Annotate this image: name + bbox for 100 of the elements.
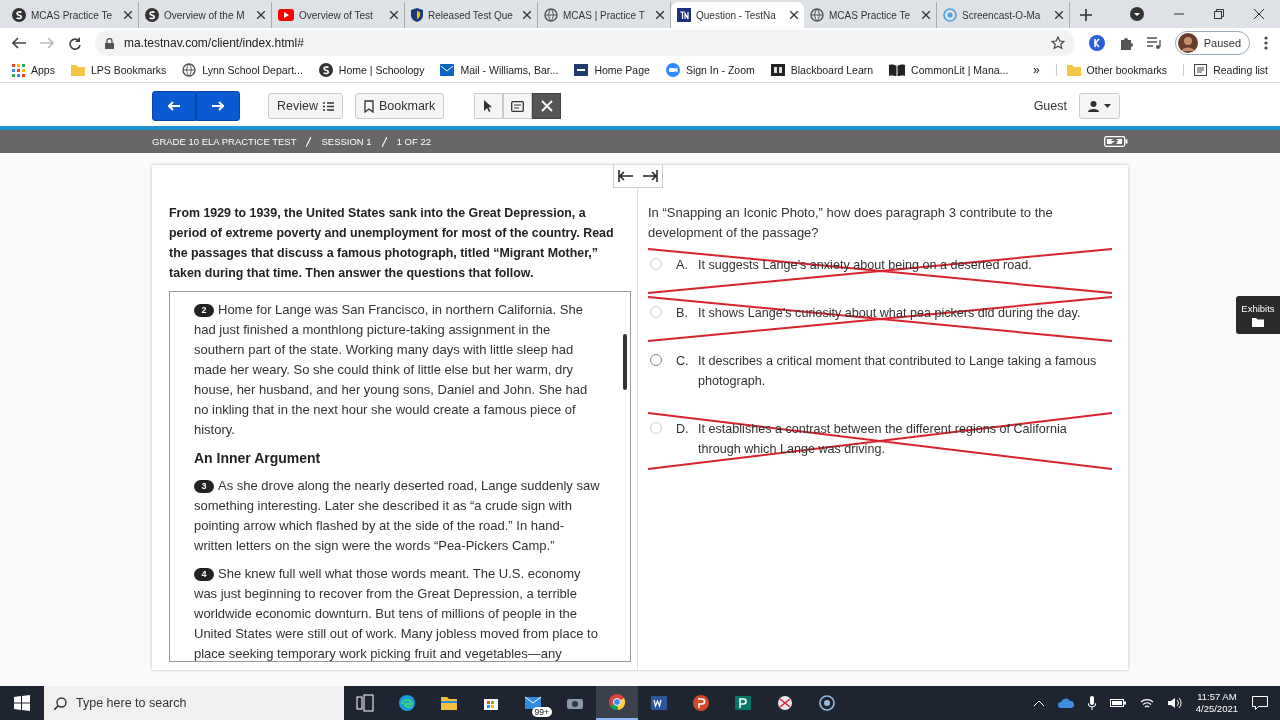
tab-title: Question - TestNa: [696, 9, 777, 21]
note-icon: [511, 100, 525, 112]
edge-browser-icon: [398, 694, 416, 712]
exhibits-button[interactable]: Exhibits: [1236, 296, 1280, 334]
close-icon[interactable]: [790, 11, 798, 19]
bookmark-link[interactable]: Apps: [12, 63, 55, 77]
video-camera-icon: [665, 63, 680, 77]
notification-icon[interactable]: [1252, 696, 1268, 710]
more-vertical-icon[interactable]: [1264, 36, 1268, 50]
passage-paragraph: 4 She knew full well what those words meant. The U.S. economy was just beginning to recover from the Great Depression, a terrible worldwide economic downturn. But tens of millions of people in the United States were still out of work. Many jobless moved from place to place seeking temporary work picking fruit and vegetables—any: [194, 565, 599, 661]
play-icon: [278, 9, 294, 21]
publisher-app-icon: [734, 694, 752, 712]
bookmark-link[interactable]: Mail - Williams, Bar...: [440, 64, 559, 76]
taskbar-app[interactable]: 99+: [512, 686, 554, 720]
close-icon[interactable]: [124, 11, 132, 19]
answer-choice[interactable]: C. It describes a critical moment that contributed to Lange taking a famous photograph.: [648, 345, 1112, 406]
bookmark-link[interactable]: Sign In - Zoom: [665, 63, 755, 77]
user-name: Guest: [1033, 99, 1067, 113]
pointer-icon: [484, 100, 494, 112]
chrome-browser-icon: [608, 693, 626, 711]
user-icon: [1088, 100, 1099, 112]
bookmark-button[interactable]: Bookmark: [355, 93, 445, 119]
slash-icon: [381, 136, 387, 147]
avatar-icon: [1177, 33, 1198, 53]
passage-heading: An Inner Argument: [194, 449, 322, 468]
star-icon[interactable]: [1050, 36, 1065, 50]
dropdown-icon[interactable]: [1130, 7, 1144, 21]
tool-button[interactable]: [532, 93, 562, 119]
tab-title: Overview of Test: [299, 9, 374, 21]
breadcrumb-text: 1 OF 22: [396, 136, 431, 147]
list-icon: [1194, 64, 1208, 76]
ring-icon: [818, 694, 836, 712]
next-button[interactable]: [196, 91, 240, 121]
chevron-up-icon[interactable]: [1033, 700, 1044, 706]
globe-icon: [544, 8, 558, 22]
more-bookmarks-button[interactable]: »: [1032, 63, 1040, 77]
globe-icon: [182, 63, 197, 77]
folder-icon: [1066, 64, 1081, 76]
globe-icon: [810, 8, 824, 22]
user-menu-button[interactable]: [1079, 93, 1120, 119]
folder-icon: [1252, 318, 1264, 327]
lock-icon: [105, 37, 114, 49]
task-view-icon: [356, 694, 374, 712]
bookmark-link[interactable]: Blackboard Learn: [770, 64, 874, 76]
battery-icon[interactable]: [1109, 698, 1126, 708]
tn-logo-icon: [677, 8, 691, 22]
close-icon[interactable]: [656, 11, 664, 19]
bookmark-link[interactable]: CommonLit | Mana...: [889, 64, 1009, 76]
s-circle-icon: [145, 8, 159, 22]
windows-icon[interactable]: [14, 695, 30, 711]
close-icon[interactable]: [390, 11, 398, 19]
tab-title: MCAS | Practice T: [563, 9, 646, 21]
bookmark-link[interactable]: Home | Schoology: [318, 63, 425, 77]
bookmark-link[interactable]: Home Page: [574, 64, 650, 76]
review-button[interactable]: Review: [268, 93, 343, 119]
s-circle-icon: [12, 8, 26, 22]
notification-badge: 99+: [531, 707, 552, 717]
bookmark-link[interactable]: Lynn School Depart...: [182, 63, 303, 77]
presentation-app-icon: [692, 694, 710, 712]
microphone-icon[interactable]: [1087, 696, 1096, 710]
previous-button[interactable]: [152, 91, 196, 121]
grid-icon: [12, 63, 25, 77]
shield-icon: [411, 8, 423, 22]
close-icon[interactable]: [1055, 11, 1063, 19]
address-field[interactable]: ma.testnav.com/client/index.html#: [95, 30, 1075, 56]
clock[interactable]: 11:57 AM 4/25/2021: [1195, 691, 1238, 715]
bookmark-link[interactable]: LPS Bookmarks: [70, 64, 167, 76]
wifi-icon[interactable]: [1139, 697, 1154, 709]
tab-title: MCAS Practice Te: [31, 9, 113, 21]
scrollbar-thumb[interactable]: [623, 334, 627, 390]
bookmark-link[interactable]: Other bookmarks: [1055, 64, 1168, 76]
speaker-icon[interactable]: [1167, 697, 1182, 709]
question-text: In “Snapping an Iconic Photo,” how does paragraph 3 contribute to the development of the passage?: [648, 204, 1054, 242]
book-icon: [889, 64, 906, 76]
taskbar-app[interactable]: [596, 686, 638, 720]
reading-list-button[interactable]: Reading list: [1183, 64, 1268, 76]
tab-title: Screencast-O-Ma: [962, 9, 1042, 21]
media-list-icon[interactable]: [1146, 37, 1161, 49]
browser-tab[interactable]: Question - TestNa: [671, 2, 804, 28]
close-icon[interactable]: [922, 11, 930, 19]
right-arrow-icon: [212, 101, 224, 111]
mail-icon: [440, 64, 455, 76]
reload-icon[interactable]: [68, 36, 81, 50]
breadcrumb-text: GRADE 10 ELA PRACTICE TEST: [152, 136, 297, 147]
left-arrow-icon: [168, 101, 180, 111]
tab-title: Released Test Que: [428, 9, 514, 21]
s-circle-icon: [318, 63, 333, 77]
close-icon[interactable]: [257, 11, 265, 19]
plus-icon[interactable]: [1080, 9, 1092, 21]
cloud-icon[interactable]: [1057, 698, 1074, 708]
puzzle-icon[interactable]: [1118, 36, 1133, 50]
k-circle-icon[interactable]: [1088, 35, 1105, 51]
close-icon[interactable]: [1254, 9, 1264, 19]
tab-title: Overview of the M: [164, 9, 246, 21]
search-icon: [54, 697, 67, 710]
tab-title: MCAS Practice Te: [829, 9, 911, 21]
maximize-icon[interactable]: [1214, 9, 1224, 19]
search-field[interactable]: Type here to search: [44, 686, 344, 720]
close-icon[interactable]: [523, 11, 531, 19]
back-arrow-icon[interactable]: [12, 37, 26, 49]
